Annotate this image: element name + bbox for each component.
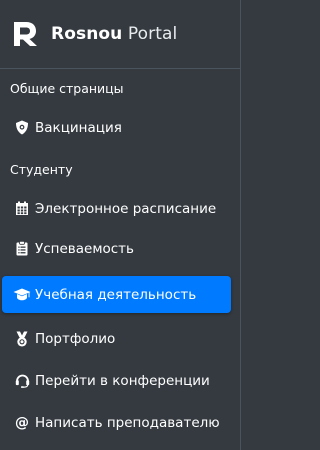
section-header-student: Студенту [10, 162, 73, 177]
brand-name: Rosnou [51, 24, 123, 44]
brand-suffix: Portal [127, 24, 178, 44]
headset-icon [13, 373, 31, 389]
clipboard-list-icon [13, 241, 31, 257]
nav-item-label: Перейти в конференции [35, 372, 210, 389]
brand-logo [14, 22, 37, 46]
brand-text: Rosnou Portal [51, 24, 177, 44]
nav-item-grades[interactable]: Успеваемость [2, 230, 231, 267]
nav-item-write-teacher[interactable]: @ Написать преподавателю [2, 404, 231, 441]
at-icon: @ [15, 414, 29, 431]
section-header-general: Общие страницы [10, 81, 124, 96]
medal-icon [13, 331, 31, 347]
nav-item-activity[interactable]: Учебная деятельность [2, 276, 231, 313]
nav-item-label: Учебная деятельность [35, 286, 197, 303]
nav-item-label: Успеваемость [35, 240, 135, 257]
graduation-cap-icon [13, 287, 31, 303]
sidebar: Rosnou Portal Общие страницы Вакцинация … [0, 0, 241, 450]
nav-item-vaccination[interactable]: Вакцинация [2, 109, 231, 146]
nav-item-label: Написать преподавателю [35, 414, 220, 431]
brand-link[interactable]: Rosnou Portal [0, 0, 240, 69]
shield-virus-icon [13, 120, 31, 136]
nav-item-conference[interactable]: Перейти в конференции [2, 362, 231, 399]
nav-item-label: Электронное расписание [35, 200, 217, 217]
nav-item-schedule[interactable]: Электронное расписание [2, 190, 231, 227]
nav-item-label: Портфолио [35, 330, 116, 347]
calendar-icon [13, 201, 31, 217]
nav-item-label: Вакцинация [35, 119, 122, 136]
nav-item-portfolio[interactable]: Портфолио [2, 320, 231, 357]
